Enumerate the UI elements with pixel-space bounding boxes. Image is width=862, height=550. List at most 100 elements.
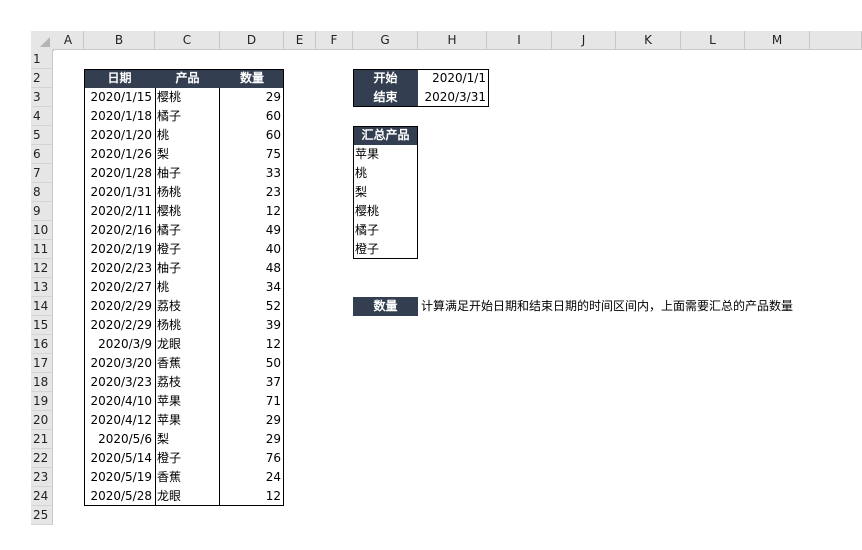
row-header-3[interactable]: 3 (31, 88, 53, 107)
product-cell[interactable]: 橘子 (155, 107, 220, 126)
row-header-6[interactable]: 6 (31, 145, 53, 164)
column-header-j[interactable]: J (552, 31, 616, 50)
row-header-15[interactable]: 15 (31, 316, 53, 335)
column-header-g[interactable]: G (353, 31, 418, 50)
date-cell[interactable]: 2020/4/12 (84, 411, 155, 430)
row-header-20[interactable]: 20 (31, 411, 53, 430)
row-header-5[interactable]: 5 (31, 126, 53, 145)
date-cell[interactable]: 2020/3/23 (84, 373, 155, 392)
row-header-1[interactable]: 1 (31, 50, 53, 69)
row-header-14[interactable]: 14 (31, 297, 53, 316)
column-header-e[interactable]: E (284, 31, 316, 50)
date-cell[interactable]: 2020/3/9 (84, 335, 155, 354)
row-header-17[interactable]: 17 (31, 354, 53, 373)
row-header-21[interactable]: 21 (31, 430, 53, 449)
quantity-cell[interactable]: 29 (220, 430, 284, 449)
select-all-corner[interactable] (31, 31, 54, 51)
quantity-cell[interactable]: 40 (220, 240, 284, 259)
column-header-k[interactable]: K (616, 31, 681, 50)
product-cell[interactable]: 樱桃 (155, 88, 220, 107)
product-cell[interactable]: 橙子 (155, 240, 220, 259)
date-cell[interactable]: 2020/1/20 (84, 126, 155, 145)
row-header-19[interactable]: 19 (31, 392, 53, 411)
quantity-cell[interactable]: 29 (220, 411, 284, 430)
summary-product-cell[interactable]: 橙子 (353, 240, 418, 259)
quantity-cell[interactable]: 60 (220, 126, 284, 145)
quantity-cell[interactable]: 12 (220, 487, 284, 506)
row-header-13[interactable]: 13 (31, 278, 53, 297)
quantity-cell[interactable]: 76 (220, 449, 284, 468)
quantity-cell[interactable]: 37 (220, 373, 284, 392)
summary-product-cell[interactable]: 梨 (353, 183, 418, 202)
row-header-7[interactable]: 7 (31, 164, 53, 183)
summary-product-cell[interactable]: 樱桃 (353, 202, 418, 221)
row-header-18[interactable]: 18 (31, 373, 53, 392)
row-header-12[interactable]: 12 (31, 259, 53, 278)
date-cell[interactable]: 2020/2/16 (84, 221, 155, 240)
quantity-cell[interactable]: 39 (220, 316, 284, 335)
quantity-cell[interactable]: 49 (220, 221, 284, 240)
quantity-cell[interactable]: 29 (220, 88, 284, 107)
column-header-i[interactable]: I (487, 31, 552, 50)
row-header-22[interactable]: 22 (31, 449, 53, 468)
date-cell[interactable]: 2020/5/28 (84, 487, 155, 506)
date-cell[interactable]: 2020/1/26 (84, 145, 155, 164)
row-header-23[interactable]: 23 (31, 468, 53, 487)
product-cell[interactable]: 龙眼 (155, 335, 220, 354)
product-cell[interactable]: 橘子 (155, 221, 220, 240)
date-cell[interactable]: 2020/2/11 (84, 202, 155, 221)
quantity-cell[interactable]: 34 (220, 278, 284, 297)
product-cell[interactable]: 桃 (155, 278, 220, 297)
row-header-10[interactable]: 10 (31, 221, 53, 240)
quantity-cell[interactable]: 50 (220, 354, 284, 373)
column-header-m[interactable]: M (745, 31, 810, 50)
column-header-a[interactable]: A (53, 31, 84, 50)
date-cell[interactable]: 2020/1/18 (84, 107, 155, 126)
date-cell[interactable]: 2020/2/27 (84, 278, 155, 297)
quantity-cell[interactable]: 75 (220, 145, 284, 164)
column-header-l[interactable]: L (681, 31, 745, 50)
table-header-cell[interactable]: 日期 (84, 69, 155, 88)
date-cell[interactable]: 2020/4/10 (84, 392, 155, 411)
product-cell[interactable]: 荔枝 (155, 297, 220, 316)
date-cell[interactable]: 2020/1/15 (84, 88, 155, 107)
date-cell[interactable]: 2020/5/6 (84, 430, 155, 449)
date-cell[interactable]: 2020/2/19 (84, 240, 155, 259)
start-date-cell[interactable]: 2020/1/1 (418, 69, 489, 88)
quantity-cell[interactable]: 48 (220, 259, 284, 278)
table-header-cell[interactable]: 数量 (220, 69, 284, 88)
date-cell[interactable]: 2020/1/28 (84, 164, 155, 183)
column-header-f[interactable]: F (316, 31, 353, 50)
table-header-cell[interactable]: 产品 (155, 69, 220, 88)
column-header-h[interactable]: H (418, 31, 487, 50)
row-header-16[interactable]: 16 (31, 335, 53, 354)
product-cell[interactable]: 香蕉 (155, 468, 220, 487)
date-cell[interactable]: 2020/2/23 (84, 259, 155, 278)
column-header-b[interactable]: B (84, 31, 155, 50)
row-header-25[interactable]: 25 (31, 506, 53, 525)
row-header-24[interactable]: 24 (31, 487, 53, 506)
quantity-cell[interactable]: 71 (220, 392, 284, 411)
product-cell[interactable]: 橙子 (155, 449, 220, 468)
product-cell[interactable]: 龙眼 (155, 487, 220, 506)
quantity-cell[interactable]: 52 (220, 297, 284, 316)
summary-product-cell[interactable]: 橘子 (353, 221, 418, 240)
column-header-d[interactable]: D (220, 31, 284, 50)
row-header-2[interactable]: 2 (31, 69, 53, 88)
quantity-cell[interactable]: 60 (220, 107, 284, 126)
quantity-cell[interactable]: 12 (220, 202, 284, 221)
date-cell[interactable]: 2020/5/14 (84, 449, 155, 468)
quantity-cell[interactable]: 12 (220, 335, 284, 354)
date-cell[interactable]: 2020/5/19 (84, 468, 155, 487)
column-header-c[interactable]: C (155, 31, 220, 50)
end-date-cell[interactable]: 2020/3/31 (418, 88, 489, 107)
date-cell[interactable]: 2020/3/20 (84, 354, 155, 373)
product-cell[interactable]: 荔枝 (155, 373, 220, 392)
date-cell[interactable]: 2020/1/31 (84, 183, 155, 202)
summary-product-cell[interactable]: 苹果 (353, 145, 418, 164)
product-cell[interactable]: 杨桃 (155, 316, 220, 335)
quantity-cell[interactable]: 24 (220, 468, 284, 487)
product-cell[interactable]: 香蕉 (155, 354, 220, 373)
row-header-4[interactable]: 4 (31, 107, 53, 126)
row-header-11[interactable]: 11 (31, 240, 53, 259)
